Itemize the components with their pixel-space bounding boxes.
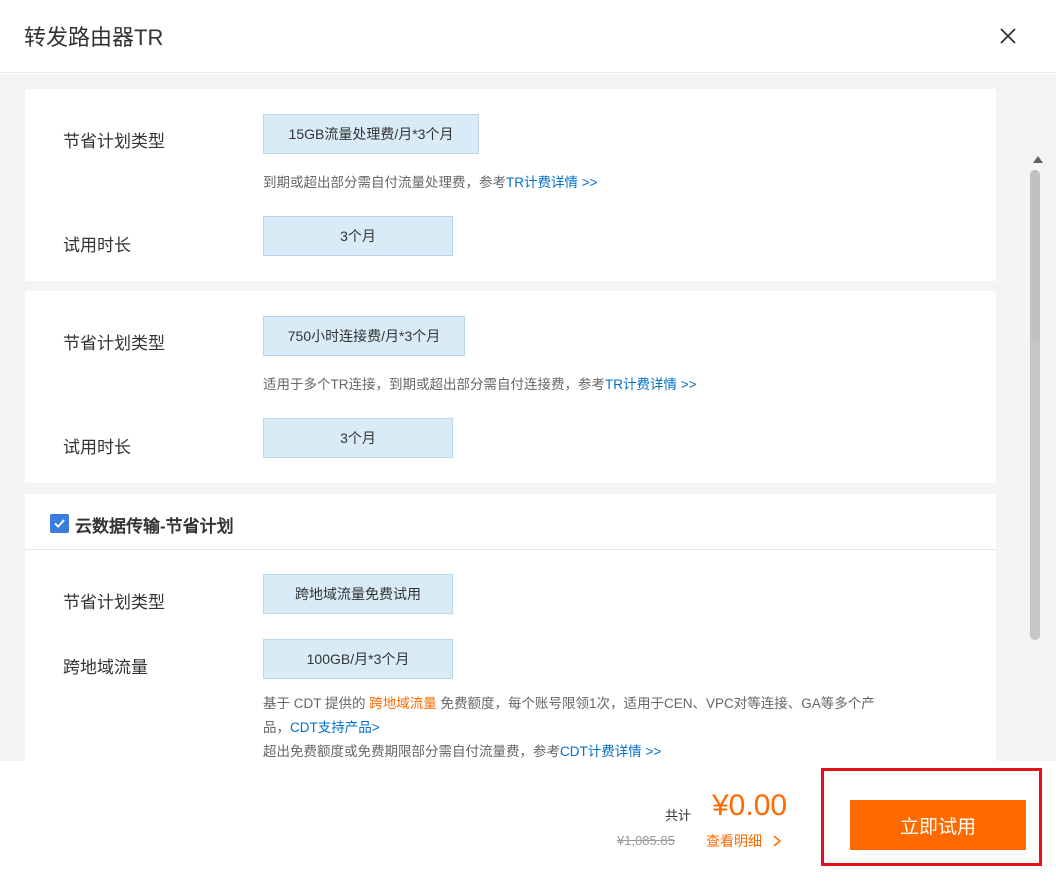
tr-billing-link[interactable]: TR计费详情 >> [506, 175, 598, 190]
plan-hint-text: 适用于多个TR连接，到期或超出部分需自付连接费，参考 [263, 377, 605, 392]
total-label: 共计 [665, 808, 692, 823]
plan-type-value: 跨地域流量免费试用 [263, 574, 453, 614]
chevron-right-icon [773, 835, 782, 847]
desc-text: 免费额度，每个账号限领1次，适用于CEN、VPC对等连接、GA等多个产 [436, 696, 875, 711]
cross-region-traffic-value: 100GB/月*3个月 [263, 639, 453, 679]
desc-text: 超出免费额度或免费期限部分需自付流量费，参考 [263, 744, 560, 759]
original-price: ¥1,085.85 [617, 833, 675, 848]
desc-highlight: 跨地域流量 [369, 696, 437, 711]
plan-type-label: 节省计划类型 [63, 132, 165, 151]
dialog-body: 节省计划类型 15GB流量处理费/月*3个月 到期或超出部分需自付流量处理费，参… [0, 74, 1056, 761]
tr-traffic-plan-card: 节省计划类型 15GB流量处理费/月*3个月 到期或超出部分需自付流量处理费，参… [25, 89, 996, 281]
dialog-footer: 共计 ¥0.00 ¥1,085.85 查看明细 立即试用 [0, 761, 1056, 881]
cdt-billing-link[interactable]: CDT计费详情 >> [560, 744, 661, 759]
trial-duration-value: 3个月 [263, 216, 453, 256]
dialog-header: 转发路由器TR [0, 0, 1056, 73]
desc-text: 基于 CDT 提供的 [263, 696, 370, 711]
vertical-scrollbar[interactable] [1028, 148, 1048, 761]
plan-type-value: 750小时连接费/月*3个月 [263, 316, 465, 356]
close-icon[interactable] [996, 24, 1020, 48]
check-icon [54, 519, 65, 528]
plan-type-label: 节省计划类型 [63, 334, 165, 353]
plan-hint-text: 到期或超出部分需自付流量处理费，参考 [263, 175, 506, 190]
plan-hint: 到期或超出部分需自付流量处理费，参考TR计费详情 >> [263, 171, 598, 191]
desc-text: 品， [263, 720, 290, 735]
scrollbar-track[interactable] [1030, 170, 1040, 640]
view-details-label: 查看明细 [706, 833, 762, 849]
cdt-plan-checkbox[interactable] [50, 514, 69, 533]
tr-connection-plan-card: 节省计划类型 750小时连接费/月*3个月 适用于多个TR连接，到期或超出部分需… [25, 291, 996, 483]
desc-line-1: 基于 CDT 提供的 跨地域流量 免费额度，每个账号限领1次，适用于CEN、VP… [263, 692, 963, 716]
trial-duration-value: 3个月 [263, 418, 453, 458]
cdt-plan-card: 云数据传输-节省计划 节省计划类型 跨地域流量免费试用 跨地域流量 100GB/… [25, 494, 996, 761]
dialog-title: 转发路由器TR [24, 25, 164, 50]
trial-duration-label: 试用时长 [63, 438, 131, 457]
cross-region-traffic-label: 跨地域流量 [63, 658, 148, 677]
section-title: 云数据传输-节省计划 [75, 517, 234, 536]
plan-type-label: 节省计划类型 [63, 593, 165, 612]
plan-hint: 适用于多个TR连接，到期或超出部分需自付连接费，参考TR计费详情 >> [263, 373, 697, 393]
view-details-link[interactable]: 查看明细 [706, 831, 782, 851]
tr-billing-link[interactable]: TR计费详情 >> [605, 377, 697, 392]
trial-duration-label: 试用时长 [63, 236, 131, 255]
desc-line-2: 品，CDT支持产品> [263, 716, 963, 740]
total-price: ¥0.00 [712, 789, 788, 822]
try-now-button[interactable]: 立即试用 [850, 800, 1026, 850]
section-divider [25, 549, 996, 550]
plan-type-value: 15GB流量处理费/月*3个月 [263, 114, 479, 154]
desc-line-3: 超出免费额度或免费期限部分需自付流量费，参考CDT计费详情 >> [263, 740, 963, 761]
scroll-up-arrow-icon[interactable] [1033, 156, 1043, 163]
cdt-supported-products-link[interactable]: CDT支持产品> [290, 720, 380, 735]
cdt-description: 基于 CDT 提供的 跨地域流量 免费额度，每个账号限领1次，适用于CEN、VP… [263, 692, 963, 761]
